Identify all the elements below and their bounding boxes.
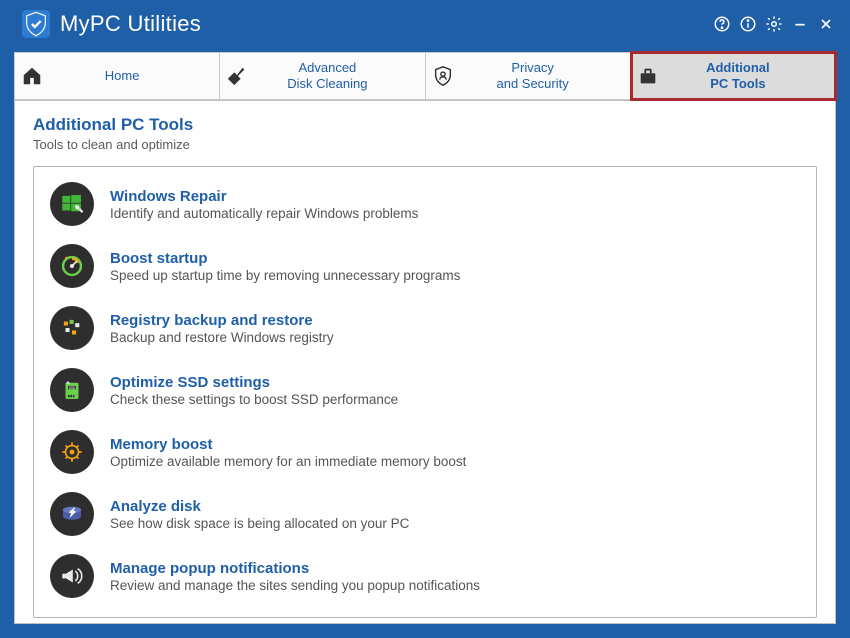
tool-desc: Review and manage the sites sending you … bbox=[110, 578, 800, 593]
analyze-disk-icon bbox=[50, 492, 94, 536]
tool-windows-repair[interactable]: Windows Repair Identify and automaticall… bbox=[46, 173, 804, 235]
tab-label: Home bbox=[53, 68, 219, 84]
content-outer: Additional PC Tools Tools to clean and o… bbox=[0, 100, 850, 638]
tool-desc: Backup and restore Windows registry bbox=[110, 330, 800, 345]
toolbox-icon bbox=[637, 65, 659, 87]
tools-list: Windows Repair Identify and automaticall… bbox=[33, 166, 817, 618]
tool-ssd[interactable]: SSD Optimize SSD settings Check these se… bbox=[46, 359, 804, 421]
tool-text: Optimize SSD settings Check these settin… bbox=[110, 373, 800, 407]
tool-title: Manage popup notifications bbox=[110, 560, 800, 577]
app-title: MyPC Utilities bbox=[60, 11, 201, 37]
tool-text: Memory boost Optimize available memory f… bbox=[110, 435, 800, 469]
tab-disk-cleaning[interactable]: AdvancedDisk Cleaning bbox=[220, 52, 425, 100]
tool-title: Analyze disk bbox=[110, 498, 800, 515]
app-logo-icon bbox=[22, 10, 50, 38]
tab-strip: Home AdvancedDisk Cleaning Privacyand Se… bbox=[0, 52, 850, 100]
broom-icon bbox=[226, 65, 248, 87]
home-icon bbox=[21, 65, 43, 87]
tool-text: Analyze disk See how disk space is being… bbox=[110, 497, 800, 531]
close-icon[interactable] bbox=[816, 14, 836, 34]
tool-text: Windows Repair Identify and automaticall… bbox=[110, 187, 800, 221]
tool-title: Memory boost bbox=[110, 436, 800, 453]
minimize-icon[interactable] bbox=[790, 14, 810, 34]
title-bar: MyPC Utilities bbox=[0, 0, 850, 52]
title-controls bbox=[712, 14, 836, 34]
megaphone-icon bbox=[50, 554, 94, 598]
tool-title: Boost startup bbox=[110, 250, 800, 267]
tab-privacy[interactable]: Privacyand Security bbox=[426, 52, 631, 100]
tab-label: AdditionalPC Tools bbox=[669, 60, 835, 93]
tool-title: Optimize SSD settings bbox=[110, 374, 800, 391]
ssd-icon: SSD bbox=[50, 368, 94, 412]
memory-boost-icon bbox=[50, 430, 94, 474]
tool-title: Registry backup and restore bbox=[110, 312, 800, 329]
tool-analyze-disk[interactable]: Analyze disk See how disk space is being… bbox=[46, 483, 804, 545]
tool-memory-boost[interactable]: Memory boost Optimize available memory f… bbox=[46, 421, 804, 483]
tool-text: Boost startup Speed up startup time by r… bbox=[110, 249, 800, 283]
tool-desc: See how disk space is being allocated on… bbox=[110, 516, 800, 531]
info-icon[interactable] bbox=[738, 14, 758, 34]
panel-title: Additional PC Tools bbox=[33, 115, 817, 135]
tool-title: Windows Repair bbox=[110, 188, 800, 205]
tool-boost-startup[interactable]: Boost startup Speed up startup time by r… bbox=[46, 235, 804, 297]
tool-desc: Speed up startup time by removing unnece… bbox=[110, 268, 800, 283]
boost-startup-icon bbox=[50, 244, 94, 288]
tool-desc: Identify and automatically repair Window… bbox=[110, 206, 800, 221]
content-panel: Additional PC Tools Tools to clean and o… bbox=[14, 100, 836, 624]
tool-desc: Optimize available memory for an immedia… bbox=[110, 454, 800, 469]
tool-text: Registry backup and restore Backup and r… bbox=[110, 311, 800, 345]
tab-home[interactable]: Home bbox=[14, 52, 220, 100]
tab-additional-tools[interactable]: AdditionalPC Tools bbox=[631, 52, 836, 100]
shield-user-icon bbox=[432, 65, 454, 87]
settings-icon[interactable] bbox=[764, 14, 784, 34]
svg-text:SSD: SSD bbox=[69, 386, 76, 390]
tab-label: AdvancedDisk Cleaning bbox=[258, 60, 424, 93]
tool-desc: Check these settings to boost SSD perfor… bbox=[110, 392, 800, 407]
panel-subtitle: Tools to clean and optimize bbox=[33, 137, 817, 152]
tool-text: Manage popup notifications Review and ma… bbox=[110, 559, 800, 593]
tool-popup-notifications[interactable]: Manage popup notifications Review and ma… bbox=[46, 545, 804, 607]
tab-label: Privacyand Security bbox=[464, 60, 630, 93]
registry-icon bbox=[50, 306, 94, 350]
windows-repair-icon bbox=[50, 182, 94, 226]
help-icon[interactable] bbox=[712, 14, 732, 34]
tool-registry-backup[interactable]: Registry backup and restore Backup and r… bbox=[46, 297, 804, 359]
